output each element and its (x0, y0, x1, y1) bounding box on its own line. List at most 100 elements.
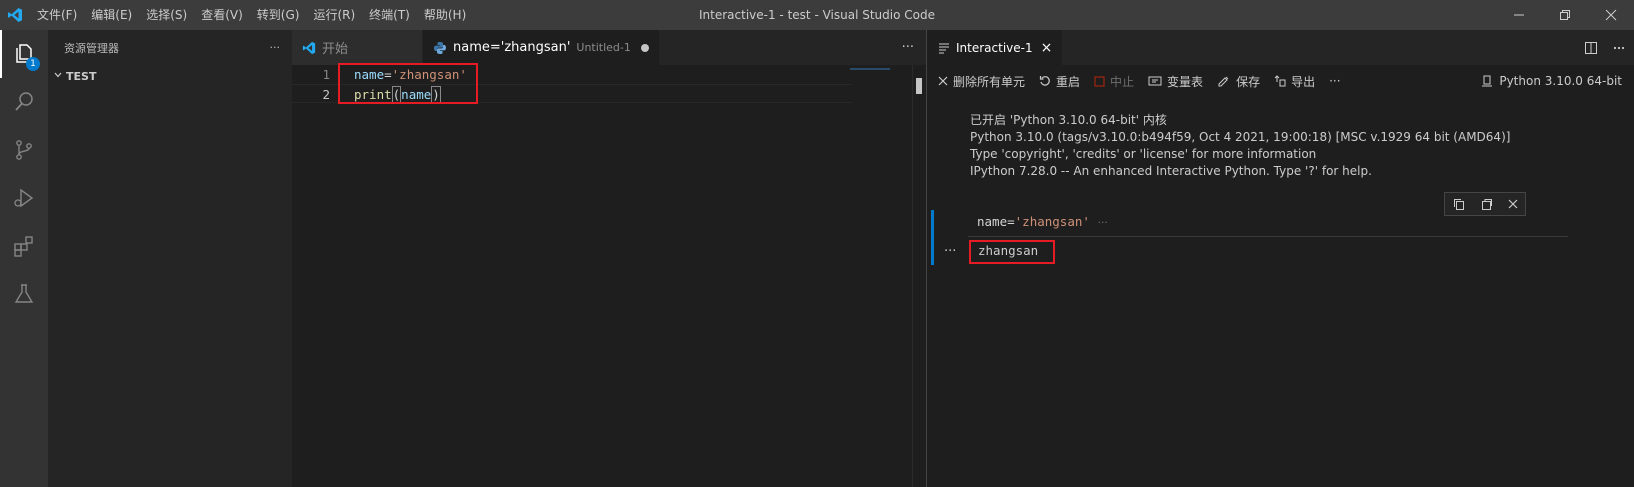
close-icon (1605, 9, 1617, 21)
split-editor-icon[interactable] (1584, 41, 1598, 55)
code-token: = (1007, 214, 1015, 229)
kernel-label: Python 3.10.0 64-bit (1499, 74, 1622, 88)
restore-icon (1560, 10, 1570, 20)
variables-button[interactable]: 变量表 (1148, 73, 1203, 90)
save-button[interactable]: 保存 (1217, 73, 1260, 90)
testing-activity[interactable] (0, 270, 48, 318)
code-token: name (977, 214, 1008, 229)
banner-line: IPython 7.28.0 -- An enhanced Interactiv… (970, 164, 1372, 178)
minimize-icon (1514, 14, 1524, 16)
menu-file[interactable]: 文件(F) (30, 0, 84, 30)
cell-focus-indicator (931, 210, 934, 265)
clear-all-button[interactable]: 删除所有单元 (938, 73, 1025, 90)
banner-line: Type 'copyright', 'credits' or 'license'… (970, 147, 1317, 161)
interactive-tabs: Interactive-1 × (928, 30, 1634, 65)
run-debug-activity[interactable] (0, 174, 48, 222)
restart-icon (1039, 75, 1051, 87)
minimize-button[interactable] (1496, 0, 1542, 30)
output-highlight-box (969, 240, 1055, 264)
extensions-icon (14, 236, 33, 257)
line-number: 1 (322, 67, 330, 82)
extensions-activity[interactable] (0, 222, 48, 270)
menu-help[interactable]: 帮助(H) (417, 0, 473, 30)
close-icon (938, 76, 948, 86)
workspace-folder-test[interactable]: TEST (48, 65, 292, 87)
search-activity[interactable] (0, 78, 48, 126)
close-tab-button[interactable]: × (1041, 40, 1053, 56)
tab-welcome-label: 开始 (322, 42, 349, 57)
stop-icon (1094, 75, 1105, 87)
banner-line: Python 3.10.0 (tags/v3.10.0:b494f59, Oct… (970, 130, 1511, 144)
restore-button[interactable] (1542, 0, 1588, 30)
sidebar-header: 资源管理器 ··· (48, 30, 292, 65)
kernel-banner: 已开启 'Python 3.10.0 64-bit' 内核 Python 3.1… (970, 112, 1510, 180)
search-icon (15, 92, 33, 111)
activity-bar: 1 (0, 30, 48, 487)
title-bar: 文件(F) 编辑(E) 选择(S) 查看(V) 转到(G) 运行(R) 终端(T… (0, 0, 1634, 30)
toolbar-more-label: ··· (1329, 74, 1341, 88)
cell-divider (968, 236, 1568, 237)
menu-selection[interactable]: 选择(S) (139, 0, 194, 30)
menu-go[interactable]: 转到(G) (250, 0, 307, 30)
editor-group: 开始 name='zhangsan' Untitled-1 ··· 1 name… (292, 30, 927, 487)
interrupt-button[interactable]: 中止 (1094, 73, 1134, 90)
vscode-logo-icon (302, 41, 316, 55)
python-file-icon (433, 41, 447, 55)
unsaved-dot-icon[interactable] (640, 43, 649, 52)
menu-edit[interactable]: 编辑(E) (84, 0, 139, 30)
menu-run[interactable]: 运行(R) (306, 0, 362, 30)
list-icon (938, 42, 950, 54)
delete-cell-icon[interactable] (1508, 199, 1518, 209)
sidebar-more-button[interactable]: ··· (270, 41, 281, 54)
source-control-icon (16, 140, 32, 160)
editor-more-actions-button[interactable]: ··· (902, 30, 914, 65)
cell-input[interactable]: name='zhangsan' ··· (977, 214, 1108, 229)
menu-bar: 文件(F) 编辑(E) 选择(S) 查看(V) 转到(G) 运行(R) 终端(T… (30, 0, 473, 30)
copy-icon[interactable] (1453, 198, 1465, 211)
toolbar-more-button[interactable]: ··· (1329, 74, 1340, 88)
run-debug-icon (14, 188, 34, 208)
editor-scrollbar[interactable] (912, 65, 926, 487)
export-label: 导出 (1291, 74, 1316, 89)
banner-line: 已开启 'Python 3.10.0 64-bit' 内核 (970, 113, 1167, 127)
menu-terminal[interactable]: 终端(T) (362, 0, 417, 30)
editor-tabs: 开始 name='zhangsan' Untitled-1 ··· (292, 30, 926, 65)
flask-icon (14, 284, 34, 303)
menu-view[interactable]: 查看(V) (194, 0, 250, 30)
interrupt-label: 中止 (1110, 74, 1135, 89)
tab-welcome[interactable]: 开始 (292, 30, 423, 65)
vscode-logo-icon (0, 0, 30, 30)
server-icon (1481, 75, 1493, 87)
explorer-badge: 1 (26, 57, 40, 71)
code-token: 'zhangsan' (1014, 214, 1090, 229)
export-button[interactable]: 导出 (1274, 73, 1315, 90)
source-control-activity[interactable] (0, 126, 48, 174)
chevron-down-icon (50, 70, 66, 83)
close-window-button[interactable] (1588, 0, 1634, 30)
explorer-sidebar: 资源管理器 ··· TEST (48, 30, 292, 487)
interactive-tab-label: Interactive-1 (956, 40, 1033, 55)
collapsed-input-ellipsis[interactable]: ··· (1097, 216, 1108, 229)
restart-label: 重启 (1056, 74, 1081, 89)
scroll-thumb[interactable] (916, 78, 922, 94)
save-icon (1217, 75, 1231, 87)
save-label: 保存 (1236, 74, 1261, 89)
tab-untitled-1[interactable]: name='zhangsan' Untitled-1 (423, 30, 660, 65)
cell-toolbar (1444, 192, 1526, 216)
kernel-picker[interactable]: Python 3.10.0 64-bit (1481, 65, 1622, 97)
goto-code-icon[interactable] (1480, 198, 1493, 211)
tab-interactive-1[interactable]: Interactive-1 × (928, 30, 1063, 65)
more-actions-icon[interactable] (1612, 41, 1626, 55)
output-actions-button[interactable]: ··· (944, 244, 956, 259)
minimap[interactable] (850, 68, 890, 70)
interactive-tab-actions (1584, 30, 1626, 65)
tab-untitled-description: Untitled-1 (576, 41, 631, 54)
variables-label: 变量表 (1167, 74, 1204, 89)
tab-untitled-label: name='zhangsan' (453, 40, 571, 55)
code-editor[interactable]: 1 name='zhangsan' 2 print(name) (292, 63, 926, 487)
interactive-window: Interactive-1 × 删除所有单元 重启 中止 变量表 保存 导出 ·… (928, 30, 1634, 487)
restart-button[interactable]: 重启 (1039, 73, 1080, 90)
clear-all-label: 删除所有单元 (953, 74, 1026, 89)
interactive-toolbar: 删除所有单元 重启 中止 变量表 保存 导出 ··· Python 3.10.0… (928, 65, 1634, 97)
explorer-activity[interactable]: 1 (0, 30, 48, 78)
